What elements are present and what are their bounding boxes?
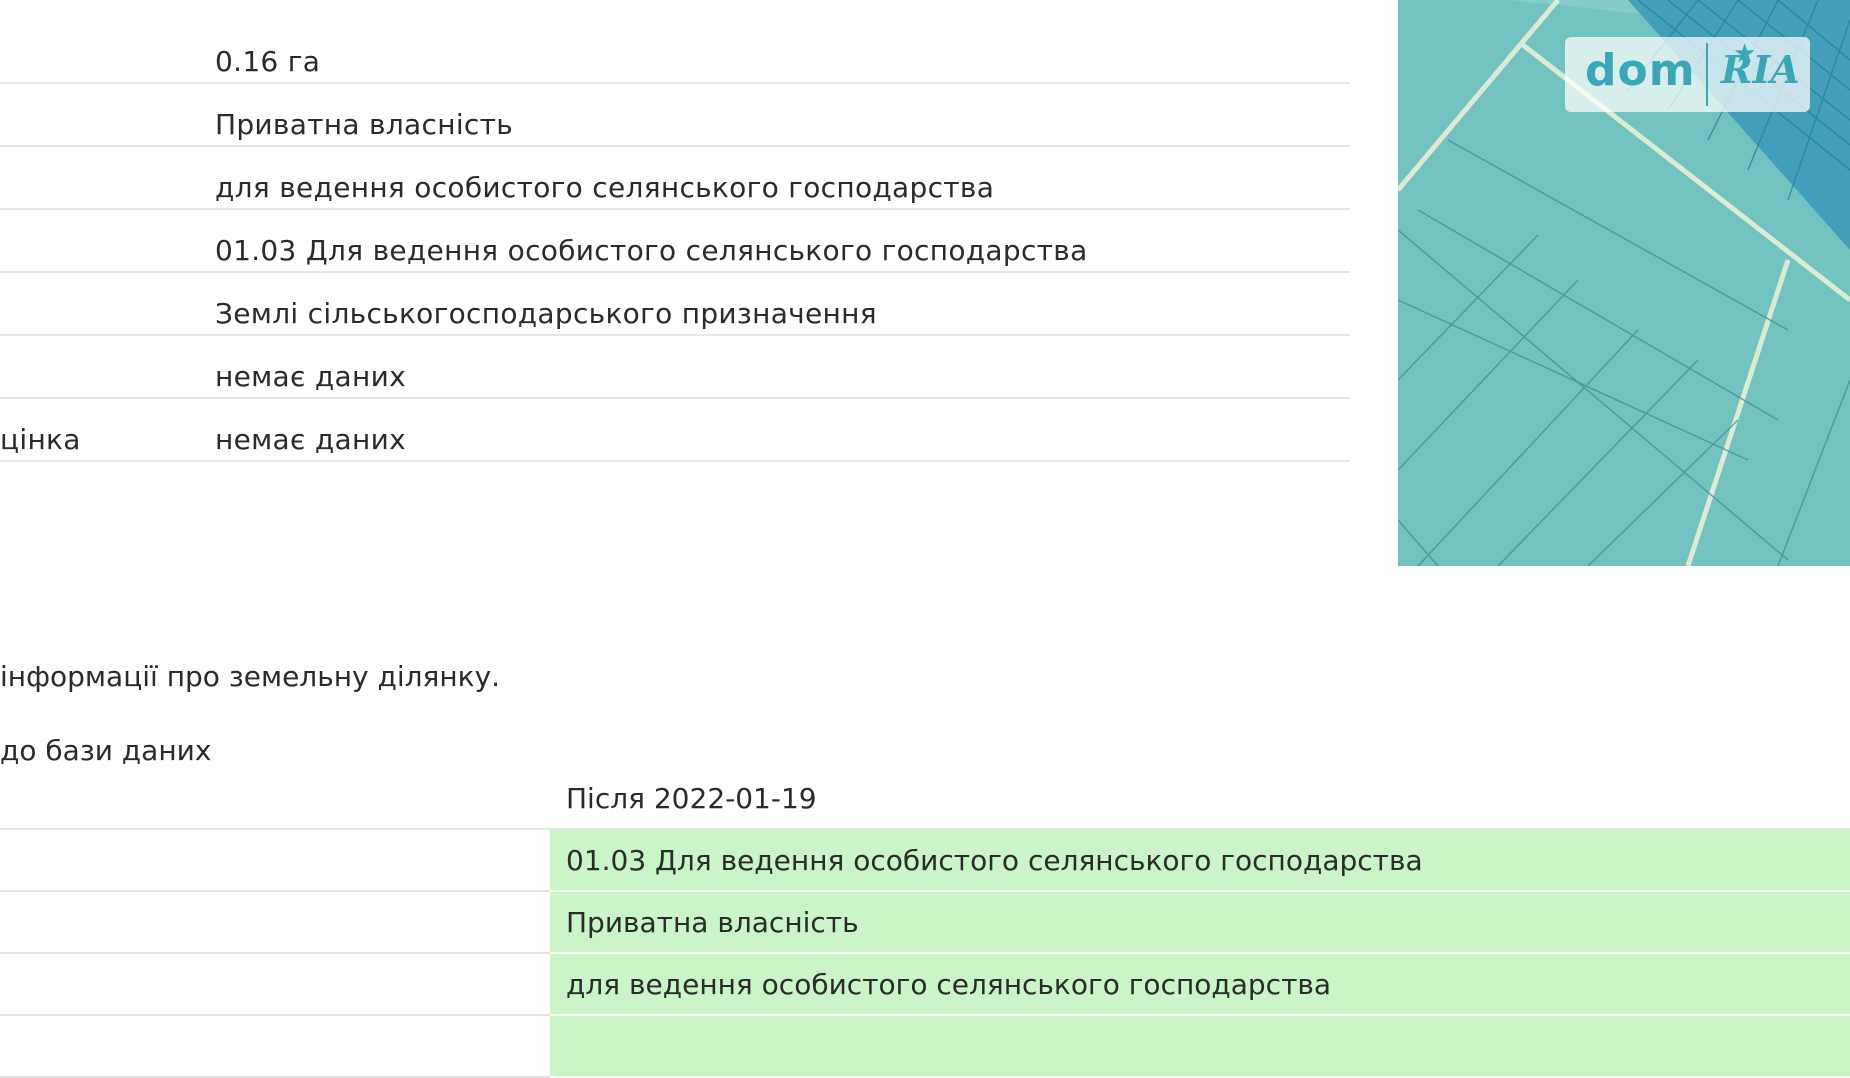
change-value-ownership: Приватна власність xyxy=(566,906,859,939)
change-row-label-cell xyxy=(0,892,550,954)
change-row-label-cell xyxy=(0,830,550,892)
info-row-ownership: Приватна власність xyxy=(0,84,1350,147)
info-value-purpose-code: 01.03 Для ведення особистого селянського… xyxy=(215,234,1088,267)
change-row-after-cell xyxy=(550,1016,1850,1078)
info-value-purpose: для ведення особистого селянського госпо… xyxy=(215,171,995,204)
info-row-category: Землі сільськогосподарського призначення xyxy=(0,273,1350,336)
db-note: до бази даних xyxy=(0,734,212,767)
info-value-ownership: Приватна власність xyxy=(215,108,514,141)
info-note: інформації про земельну ділянку. xyxy=(0,660,501,693)
change-row-partial xyxy=(0,1016,1850,1078)
change-row-label-cell xyxy=(0,954,550,1016)
change-row: Приватна власність xyxy=(0,892,1850,954)
info-row-purpose: для ведення особистого селянського госпо… xyxy=(0,147,1350,210)
watermark-dom-text: dom xyxy=(1585,45,1696,96)
dom-ria-watermark: dom ★ RIA xyxy=(1565,37,1810,112)
after-date-header: Після 2022-01-19 xyxy=(566,782,817,815)
change-value-purpose-code: 01.03 Для ведення особистого селянського… xyxy=(566,844,1423,877)
info-row-area: 0.16 га xyxy=(0,21,1350,84)
change-row-label-cell xyxy=(0,1016,550,1078)
change-row: для ведення особистого селянського госпо… xyxy=(0,954,1850,1016)
info-row-unknown: немає даних xyxy=(0,336,1350,399)
change-row-after-cell: для ведення особистого селянського госпо… xyxy=(550,954,1850,1016)
info-value-valuation: немає даних xyxy=(215,423,406,456)
watermark-divider xyxy=(1706,43,1708,106)
watermark-ria-text: RIA xyxy=(1721,47,1800,92)
info-row-valuation: цінка немає даних xyxy=(0,399,1350,462)
change-row-after-cell: 01.03 Для ведення особистого селянського… xyxy=(550,830,1850,892)
change-value-purpose: для ведення особистого селянського госпо… xyxy=(566,968,1332,1001)
change-row-after-cell: Приватна власність xyxy=(550,892,1850,954)
info-label-valuation: цінка xyxy=(0,423,81,456)
info-value-area: 0.16 га xyxy=(215,45,321,78)
change-row: 01.03 Для ведення особистого селянського… xyxy=(0,830,1850,892)
cadastral-number-cut xyxy=(215,0,224,13)
info-value-category: Землі сільськогосподарського призначення xyxy=(215,297,877,330)
info-value-no-data: немає даних xyxy=(215,360,406,393)
info-row-purpose-code: 01.03 Для ведення особистого селянського… xyxy=(0,210,1350,273)
